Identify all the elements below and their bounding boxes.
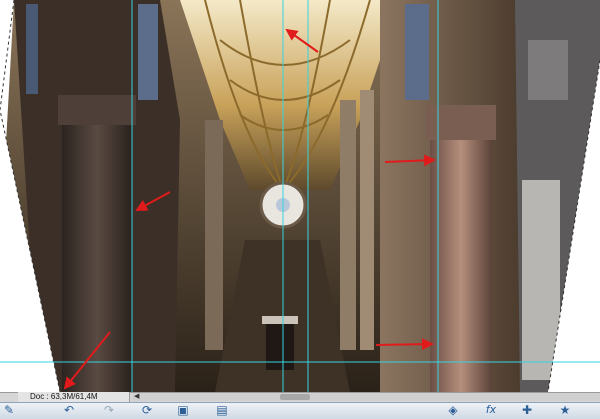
- cathedral-photo: [0, 0, 600, 392]
- doc-size-info[interactable]: Doc : 63,3M/61,4M: [18, 392, 130, 402]
- undo-icon[interactable]: ↶: [62, 403, 76, 417]
- edit-icon[interactable]: ✎: [2, 403, 16, 417]
- add-icon[interactable]: ✚: [520, 403, 534, 417]
- redo-icon[interactable]: ↷: [102, 403, 116, 417]
- bottom-toolbar: [0, 402, 600, 419]
- photo-canvas[interactable]: [0, 0, 600, 392]
- arrow-right-base: [375, 338, 434, 351]
- rotate-icon[interactable]: ⟳: [140, 403, 154, 417]
- scroll-thumb[interactable]: [280, 394, 310, 400]
- horizontal-scrollbar[interactable]: [132, 393, 600, 401]
- fx-icon[interactable]: fx: [484, 403, 498, 417]
- scroll-left-arrow-icon[interactable]: ◀: [134, 393, 139, 401]
- layers-icon[interactable]: ◈: [446, 403, 460, 417]
- window-icon[interactable]: ▤: [215, 403, 229, 417]
- star-icon[interactable]: ★: [558, 403, 572, 417]
- frame-icon[interactable]: ▣: [176, 403, 190, 417]
